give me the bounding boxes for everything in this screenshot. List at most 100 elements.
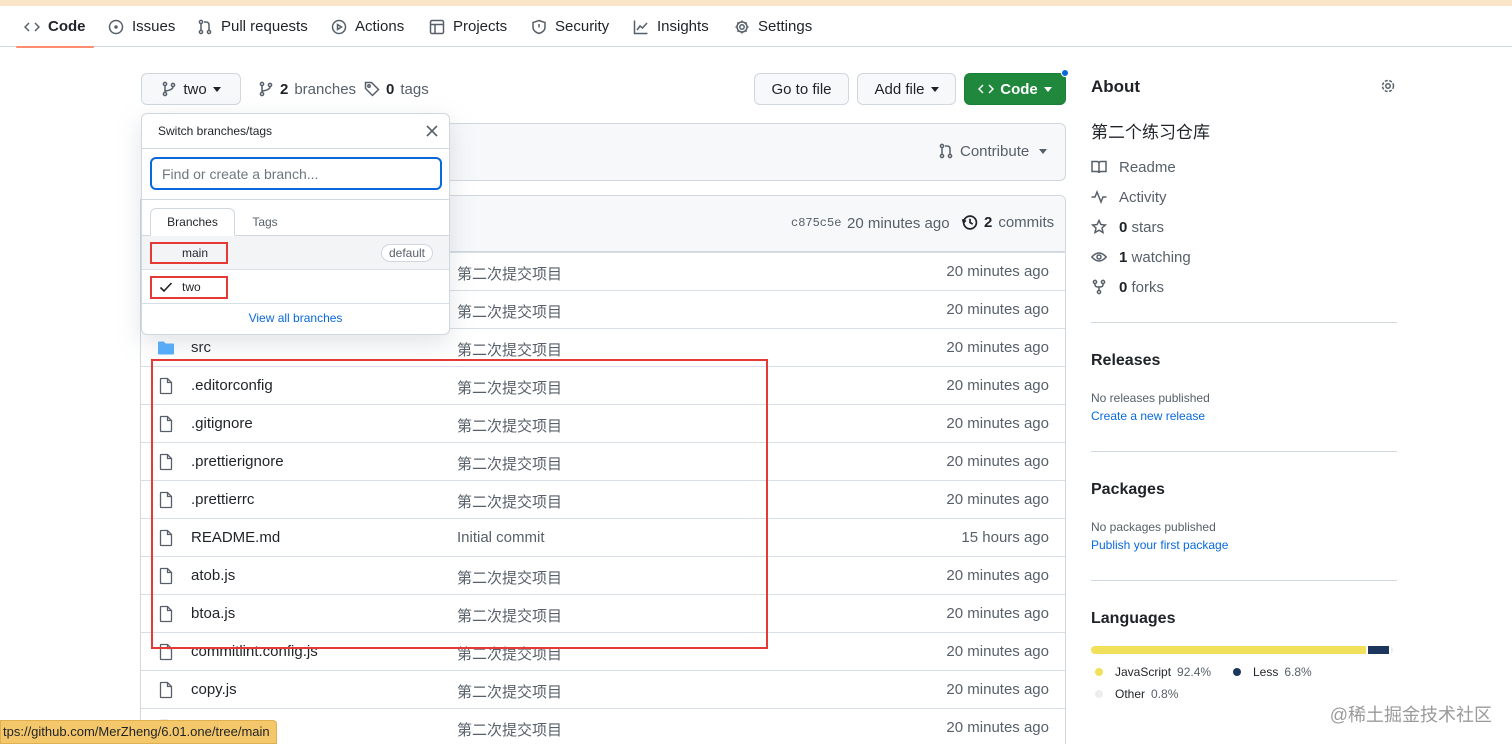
tab-projects[interactable]: Projects bbox=[429, 6, 507, 47]
branch-dropdown: Switch branches/tags Branches Tags main … bbox=[141, 113, 450, 335]
stars-link[interactable]: 0 stars bbox=[1091, 217, 1164, 237]
commit-time: 20 minutes ago bbox=[946, 339, 1049, 356]
file-row[interactable]: .gitignore 第二次提交项目 20 minutes ago bbox=[141, 404, 1065, 442]
language-name: JavaScript bbox=[1115, 665, 1172, 679]
fork-icon bbox=[1092, 279, 1106, 295]
branch-icon bbox=[259, 81, 273, 97]
repo-nav: Code Issues Pull requests Actions Projec… bbox=[0, 6, 1512, 48]
tab-branches[interactable]: Branches bbox=[150, 208, 235, 236]
commit-message[interactable]: Initial commit bbox=[457, 529, 545, 546]
branch-search-input[interactable] bbox=[150, 157, 442, 190]
commit-message[interactable]: 第二次提交项目 bbox=[457, 453, 562, 474]
commit-message[interactable]: 第二次提交项目 bbox=[457, 605, 562, 626]
branches-count: 2 bbox=[280, 80, 289, 98]
file-row[interactable]: .prettierrc 第二次提交项目 20 minutes ago bbox=[141, 480, 1065, 518]
file-name[interactable]: src bbox=[191, 339, 211, 356]
file-name[interactable]: commitlint.config.js bbox=[191, 643, 318, 660]
file-name[interactable]: copy.js bbox=[191, 681, 237, 698]
activity-link[interactable]: Activity bbox=[1091, 187, 1167, 207]
add-file-label: Add file bbox=[874, 80, 925, 98]
commit-message[interactable]: 第二次提交项目 bbox=[457, 719, 562, 740]
file-icon bbox=[157, 605, 175, 623]
releases-heading[interactable]: Releases bbox=[1091, 352, 1160, 370]
language-bar-segment[interactable] bbox=[1368, 646, 1389, 654]
file-name[interactable]: README.md bbox=[191, 529, 280, 546]
file-row[interactable]: .editorconfig 第二次提交项目 20 minutes ago bbox=[141, 366, 1065, 404]
file-row[interactable]: .prettierignore 第二次提交项目 20 minutes ago bbox=[141, 442, 1065, 480]
forks-link[interactable]: 0 forks bbox=[1091, 277, 1164, 297]
branch-item-two[interactable]: two bbox=[142, 270, 449, 304]
commit-message[interactable]: 第二次提交项目 bbox=[457, 681, 562, 702]
repo-description: 第二个练习仓库 bbox=[1091, 123, 1210, 142]
tab-actions[interactable]: Actions bbox=[331, 6, 404, 47]
commit-time: 20 minutes ago bbox=[946, 643, 1049, 660]
language-name: Less bbox=[1253, 665, 1279, 679]
commit-message[interactable]: 第二次提交项目 bbox=[457, 377, 562, 398]
view-all-branches-link[interactable]: View all branches bbox=[142, 311, 449, 325]
language-less[interactable]: Less 6.8% bbox=[1233, 664, 1312, 680]
branch-select-button[interactable]: two bbox=[141, 73, 241, 105]
file-name[interactable]: btoa.js bbox=[191, 605, 235, 622]
commit-time: 20 minutes ago bbox=[946, 301, 1049, 318]
tab-security[interactable]: Security bbox=[531, 6, 609, 47]
tab-projects-label: Projects bbox=[453, 18, 508, 35]
tab-insights[interactable]: Insights bbox=[633, 6, 709, 47]
commit-message[interactable]: 第二次提交项目 bbox=[457, 415, 562, 436]
file-name[interactable]: .gitignore bbox=[191, 415, 253, 432]
file-row[interactable]: btoa.js 第二次提交项目 20 minutes ago bbox=[141, 594, 1065, 632]
add-file-button[interactable]: Add file bbox=[857, 73, 956, 105]
tab-issues[interactable]: Issues bbox=[108, 6, 175, 47]
caret-down-icon bbox=[930, 86, 939, 92]
tab-settings[interactable]: Settings bbox=[734, 6, 812, 47]
tab-pull-requests[interactable]: Pull requests bbox=[197, 6, 308, 47]
commit-time: 20 minutes ago bbox=[946, 719, 1049, 736]
commit-message[interactable]: 第二次提交项目 bbox=[457, 263, 562, 284]
language-bar-segment[interactable] bbox=[1091, 646, 1367, 654]
link-status-bar: tps://github.com/MerZheng/6.01.one/tree/… bbox=[0, 720, 277, 744]
commit-time: 20 minutes ago bbox=[946, 681, 1049, 698]
commit-message[interactable]: 第二次提交项目 bbox=[457, 643, 562, 664]
language-javascript[interactable]: JavaScript 92.4% bbox=[1095, 664, 1211, 680]
file-row[interactable]: copy.js 第二次提交项目 20 minutes ago bbox=[141, 670, 1065, 708]
watching-label: watching bbox=[1131, 248, 1191, 266]
commits-link[interactable]: 2 commits bbox=[961, 214, 1054, 231]
file-name[interactable]: atob.js bbox=[191, 567, 235, 584]
readme-link[interactable]: Readme bbox=[1091, 157, 1176, 177]
file-name[interactable]: .prettierignore bbox=[191, 453, 284, 470]
tags-label: tags bbox=[400, 80, 429, 98]
tags-link[interactable]: 0 tags bbox=[364, 73, 429, 105]
branch-select-label: two bbox=[183, 80, 207, 98]
language-other: Other 0.8% bbox=[1095, 686, 1178, 702]
tab-code[interactable]: Code bbox=[16, 6, 93, 48]
file-row[interactable]: atob.js 第二次提交项目 20 minutes ago bbox=[141, 556, 1065, 594]
publish-package-link[interactable]: Publish your first package bbox=[1091, 538, 1228, 552]
tab-insights-label: Insights bbox=[657, 18, 709, 35]
contribute-label: Contribute bbox=[960, 142, 1030, 160]
close-icon[interactable] bbox=[425, 124, 439, 138]
commit-message[interactable]: 第二次提交项目 bbox=[457, 301, 562, 322]
language-color-dot bbox=[1095, 690, 1103, 698]
packages-heading[interactable]: Packages bbox=[1091, 481, 1165, 499]
create-release-link[interactable]: Create a new release bbox=[1091, 409, 1205, 423]
no-packages-text: No packages published bbox=[1091, 520, 1216, 534]
branch-item-main[interactable]: main default bbox=[142, 236, 449, 270]
file-icon bbox=[157, 453, 175, 471]
commit-message[interactable]: 第二次提交项目 bbox=[457, 339, 562, 360]
branches-link[interactable]: 2 branches bbox=[258, 73, 356, 105]
stars-count: 0 bbox=[1119, 218, 1128, 236]
file-row[interactable]: 第二次提交项目 20 minutes ago bbox=[141, 708, 1065, 744]
watching-link[interactable]: 1 watching bbox=[1091, 247, 1191, 267]
file-row[interactable]: README.md Initial commit 15 hours ago bbox=[141, 518, 1065, 556]
commit-message[interactable]: 第二次提交项目 bbox=[457, 567, 562, 588]
commit-message[interactable]: 第二次提交项目 bbox=[457, 491, 562, 512]
tab-tags[interactable]: Tags bbox=[242, 208, 288, 236]
contribute-button[interactable]: Contribute bbox=[938, 137, 1048, 165]
file-name[interactable]: .editorconfig bbox=[191, 377, 273, 394]
commit-sha[interactable]: c875c5e bbox=[791, 216, 841, 230]
language-bar-segment[interactable] bbox=[1390, 646, 1393, 654]
file-row[interactable]: commitlint.config.js 第二次提交项目 20 minutes ag… bbox=[141, 632, 1065, 670]
go-to-file-button[interactable]: Go to file bbox=[754, 73, 849, 105]
code-button[interactable]: Code bbox=[964, 73, 1066, 105]
file-name[interactable]: .prettierrc bbox=[191, 491, 254, 508]
gear-icon[interactable] bbox=[1380, 78, 1396, 94]
